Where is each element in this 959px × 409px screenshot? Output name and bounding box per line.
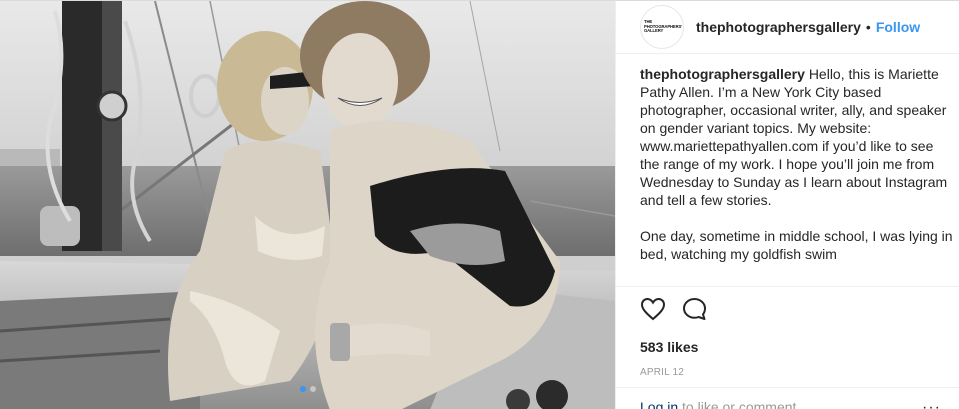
likes-count[interactable]: 583 likes [640,339,959,355]
post-header: THE PHOTOGRAPHERS' GALLERY thephotograph… [616,1,959,54]
avatar-logo-text: THE PHOTOGRAPHERS' GALLERY [644,19,683,34]
post-photo[interactable] [0,1,615,409]
more-options-icon[interactable]: ··· [922,399,941,409]
post-date: APRIL 12 [640,367,685,378]
caption-username[interactable]: thephotographersgallery [640,66,805,82]
heart-icon[interactable] [640,297,666,323]
carousel-dot[interactable] [309,386,316,392]
header-separator: • [865,19,871,35]
carousel-indicator [0,386,615,392]
caption-text: Hello, this is Mariette Pathy Allen. I’m… [640,66,948,208]
login-prompt: Log in to like or comment. [616,387,959,409]
login-prompt-text: to like or comment. [678,399,801,409]
photo-image [0,1,615,409]
actions-section: 583 likes APRIL 12 [616,286,959,378]
carousel-dot-active[interactable] [299,386,306,392]
action-icons [640,297,959,323]
profile-avatar[interactable]: THE PHOTOGRAPHERS' GALLERY [640,5,684,49]
instagram-post: THE PHOTOGRAPHERS' GALLERY thephotograph… [0,0,959,409]
comment-icon[interactable] [682,297,708,323]
caption: thephotographersgallery Hello, this is M… [640,65,955,285]
post-sidebar: THE PHOTOGRAPHERS' GALLERY thephotograph… [615,1,959,409]
header-username[interactable]: thephotographersgallery [696,19,861,35]
caption-paragraph: One day, sometime in middle school, I wa… [640,228,953,262]
follow-button[interactable]: Follow [876,19,920,35]
caption-paragraph: thephotographersgallery Hello, this is M… [640,65,955,209]
login-link[interactable]: Log in [640,399,678,409]
